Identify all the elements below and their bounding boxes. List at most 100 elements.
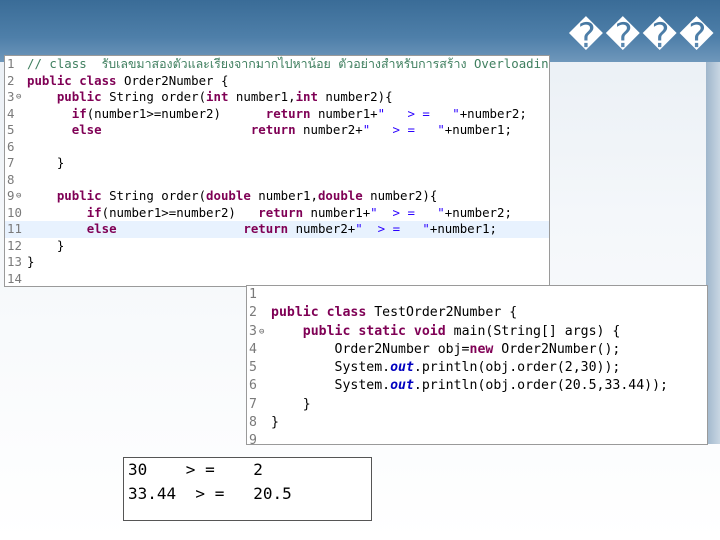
- code-token: System.: [271, 360, 391, 376]
- code-token: number1,: [228, 89, 296, 104]
- code-line[interactable]: 6: [5, 139, 549, 156]
- code-token: }: [27, 254, 35, 269]
- code-token: +number1;: [429, 221, 498, 236]
- line-number: 1: [249, 287, 257, 302]
- code-token: new: [469, 341, 494, 357]
- code-token: return: [258, 204, 304, 220]
- console-line: 33.44 > = 20.5: [128, 484, 292, 503]
- code-token: int: [206, 89, 229, 104]
- fold-toggle-icon[interactable]: ⊖: [16, 89, 21, 106]
- code-token: double: [317, 188, 363, 203]
- code-line[interactable]: 9 ⊖ public String order(double number1,do…: [5, 188, 549, 205]
- code-token: +number2;: [444, 204, 512, 220]
- code-line[interactable]: 2 public class Order2Number {: [5, 73, 549, 90]
- code-editor-order2number[interactable]: 1 // class รับเลขมาสองตัวและเรียงจากมากไป…: [4, 55, 550, 287]
- code-token: return: [265, 105, 311, 121]
- code-token: out: [390, 378, 414, 394]
- code-token: +number2;: [459, 105, 527, 121]
- code-token: double: [206, 188, 251, 203]
- code-token: +number1;: [444, 122, 512, 137]
- line-number: 7: [7, 155, 15, 170]
- code-token: out: [390, 360, 414, 376]
- code-line[interactable]: 2 public class TestOrder2Number {: [247, 304, 707, 322]
- line-number: 9: [249, 433, 257, 445]
- code-token: number2){: [362, 188, 438, 203]
- code-line[interactable]: 8: [5, 172, 549, 189]
- code-line[interactable]: 1: [247, 286, 707, 304]
- code-token: if: [86, 204, 102, 220]
- line-number: 11: [7, 221, 22, 236]
- code-token: public class: [271, 305, 367, 321]
- code-token: public: [56, 188, 102, 203]
- code-line[interactable]: 8}: [247, 414, 707, 432]
- code-token: number1,: [250, 188, 318, 203]
- code-token: " > = ": [355, 221, 430, 236]
- code-token: public static void: [302, 323, 446, 339]
- code-token: .println(obj.order(20.5,33.44));: [413, 378, 668, 394]
- line-number: 12: [7, 237, 22, 253]
- code-token: main(String[] args) {: [445, 323, 621, 339]
- code-token: public: [56, 89, 102, 104]
- code-token: public class: [27, 72, 117, 88]
- code-token: number1+: [303, 204, 371, 220]
- code-line[interactable]: 9: [247, 432, 707, 445]
- slide-title: ����: [568, 16, 716, 56]
- code-token: String order(: [101, 89, 207, 104]
- code-line[interactable]: 11 else return number2+" > = "+number1;: [5, 221, 549, 238]
- fold-toggle-icon[interactable]: ⊖: [16, 188, 21, 205]
- code-token: Order2Number obj=: [271, 341, 470, 357]
- code-line[interactable]: 13}: [5, 254, 549, 271]
- code-line[interactable]: 1 // class รับเลขมาสองตัวและเรียงจากมากไป…: [5, 56, 549, 73]
- code-token: Order2Number();: [493, 341, 621, 357]
- slide-side-bar: [706, 62, 720, 444]
- code-line[interactable]: 4 if(number1>=number2) return number1+" …: [5, 106, 549, 123]
- line-number: 8: [249, 415, 257, 431]
- code-line[interactable]: 4 Order2Number obj=new Order2Number();: [247, 341, 707, 359]
- code-token: number2+: [288, 221, 356, 236]
- fold-toggle-icon[interactable]: ⊖: [259, 323, 264, 341]
- line-number: 13: [7, 254, 22, 269]
- code-token: TestOrder2Number {: [366, 305, 518, 321]
- code-line[interactable]: 5 System.out.println(obj.order(2,30));: [247, 359, 707, 377]
- code-token: " > = ": [377, 105, 460, 121]
- code-line[interactable]: 10 if(number1>=number2) return number1+"…: [5, 205, 549, 222]
- code-token: if: [71, 105, 87, 121]
- line-number: 6: [7, 138, 15, 154]
- line-number: 1: [7, 56, 15, 71]
- code-token: else: [71, 122, 102, 137]
- line-number: 4: [7, 105, 15, 121]
- code-line[interactable]: 3 ⊖ public String order(int number1,int n…: [5, 89, 549, 106]
- code-line[interactable]: 3 ⊖ public static void main(String[] args…: [247, 323, 707, 341]
- code-token: System.: [271, 378, 391, 394]
- line-number: 2: [7, 72, 15, 88]
- code-token: }: [27, 237, 65, 253]
- code-token: Order2Number {: [116, 72, 229, 88]
- code-token: number2+: [295, 122, 363, 137]
- code-token: String order(: [101, 188, 207, 203]
- code-token: int: [295, 89, 318, 104]
- code-token: else: [86, 221, 117, 236]
- line-number: 2: [249, 305, 257, 321]
- code-line[interactable]: 12 }: [5, 238, 549, 255]
- code-line[interactable]: 5 else return number2+" > = "+number1;: [5, 122, 549, 139]
- code-line[interactable]: 6 System.out.println(obj.order(20.5,33.4…: [247, 377, 707, 395]
- console-line: 30 > = 2: [128, 460, 263, 479]
- code-token: return: [243, 221, 289, 236]
- code-editor-testorder2number[interactable]: 1 2 public class TestOrder2Number { 3 ⊖ publ…: [246, 285, 708, 445]
- code-line[interactable]: 7 }: [5, 155, 549, 172]
- line-number: 7: [249, 396, 257, 412]
- line-number: 14: [7, 270, 22, 286]
- line-number: 5: [7, 122, 15, 137]
- code-token: .println(obj.order(2,30));: [413, 360, 621, 376]
- code-line[interactable]: 7 }: [247, 396, 707, 414]
- code-token: " > = ": [370, 204, 445, 220]
